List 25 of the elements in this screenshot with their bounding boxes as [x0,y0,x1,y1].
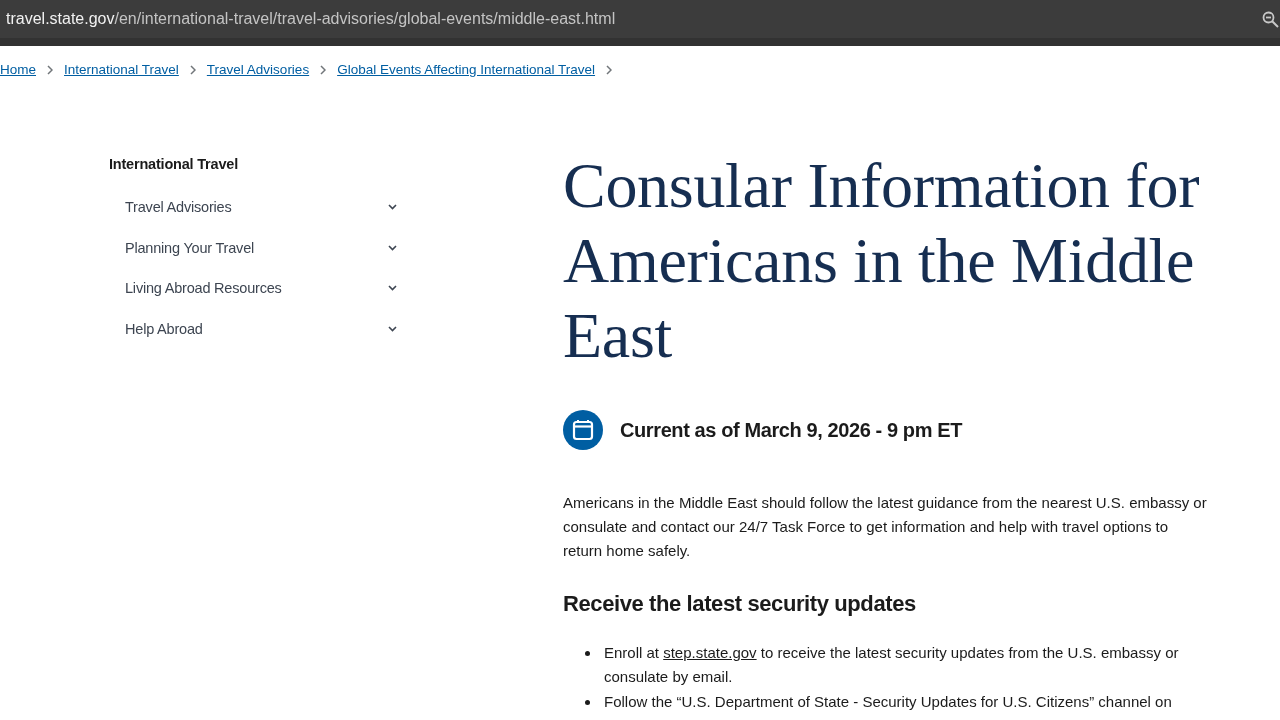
calendar-icon [563,410,603,450]
bullet-icon [585,700,590,705]
chevron-right-icon [47,65,53,75]
bullet-icon [585,651,590,656]
sidebar-item[interactable]: Travel Advisories [125,187,401,228]
list-item-text: Enroll at step.state.gov to receive the latest security updates from the U.S. embassy or consulate by email. [604,643,1180,687]
page-title: Consular Information for Americans in the Middle East [563,149,1201,373]
intro-paragraph: Americans in the Middle East should follow the latest guidance from the nearest U.S. embassy or consulate and contact our 24/7 Task Force to get information and help with travel options to return home safely. [563,493,1208,561]
sidebar-item[interactable]: Planning Your Travel [125,227,401,268]
sidebar-item[interactable]: Living Abroad Resources [125,268,401,309]
updated-date: Current as of March 9, 2026 - 9 pm ET [620,418,962,442]
breadcrumb-link[interactable]: Home [0,61,36,79]
step-link[interactable]: step.state.gov [663,644,757,661]
address-field[interactable]: travel.state.gov/en/international-travel/travel-advisories/global-events/middle-east.html [6,9,616,29]
breadcrumb-link[interactable]: International Travel [64,61,179,79]
list-item-text: Follow the “U.S. Department of State - Security Updates for U.S. Citizens” channel on [604,692,1173,712]
breadcrumb-link[interactable]: Travel Advisories [206,61,310,79]
chevron-right-icon [606,65,613,75]
chevron-right-icon [320,65,327,75]
sidebar-item[interactable]: Help Abroad [125,308,401,349]
sidebar-title: International Travel [109,155,239,174]
breadcrumb-link[interactable]: Global Events Affecting International Travel [337,61,596,79]
section-heading: Receive the latest security updates [563,590,917,618]
zoom-out-icon[interactable] [1262,10,1279,28]
chevron-right-icon [189,65,196,75]
